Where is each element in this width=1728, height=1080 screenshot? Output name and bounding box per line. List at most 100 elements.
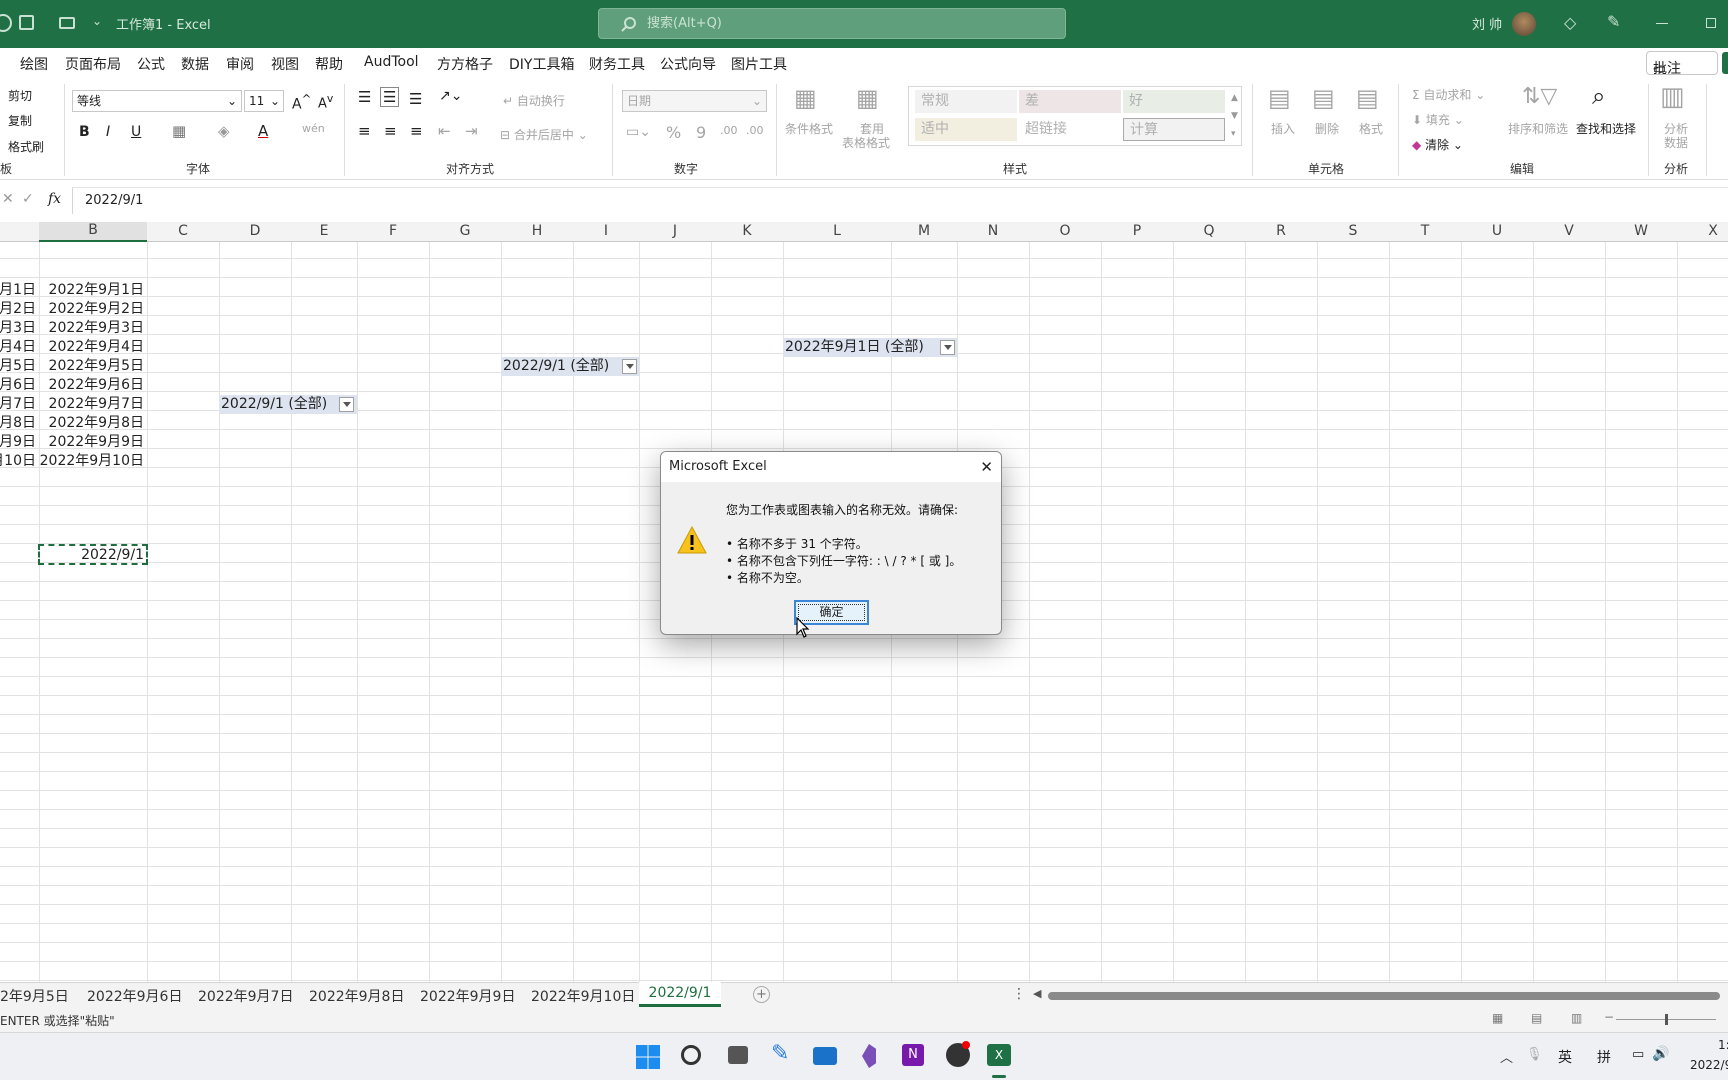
filter-dropdown-icon[interactable]: [339, 397, 354, 412]
cut-button[interactable]: 剪切: [8, 87, 32, 104]
wrap-text-button[interactable]: ↵ 自动换行: [503, 92, 565, 109]
underline-button[interactable]: U: [131, 124, 141, 140]
sheet-tab[interactable]: 2年9月5日: [0, 986, 69, 1006]
col-header-x[interactable]: X: [1677, 223, 1728, 239]
zoom-out-icon[interactable]: −: [1604, 1010, 1614, 1024]
minimize-icon[interactable]: [1656, 23, 1668, 24]
comma-icon[interactable]: 9: [696, 123, 706, 142]
col-header-u[interactable]: U: [1461, 223, 1533, 239]
cell-b10[interactable]: 2022年9月9日: [49, 433, 144, 452]
sheet-tab[interactable]: 2022年9月8日: [309, 986, 404, 1006]
align-bottom-icon[interactable]: ☰: [409, 90, 422, 108]
more-options-icon[interactable]: ⋮: [1012, 986, 1026, 1002]
onenote-icon[interactable]: N: [902, 1044, 924, 1066]
share-button[interactable]: [1722, 52, 1728, 74]
col-header-v[interactable]: V: [1533, 223, 1605, 239]
increase-decimal-icon[interactable]: .00: [720, 124, 738, 137]
col-header-l[interactable]: L: [783, 223, 891, 239]
cell-b11[interactable]: 2022年9月10日: [40, 452, 144, 471]
fill-button[interactable]: ⬇ 填充 ⌄: [1412, 111, 1464, 128]
analyze-data-icon[interactable]: ▥: [1660, 82, 1685, 112]
style-normal[interactable]: 常规: [915, 90, 1017, 113]
format-as-table-line2[interactable]: 表格格式: [842, 134, 890, 151]
align-middle-icon[interactable]: ☰: [380, 87, 400, 107]
tab-formulas[interactable]: 公式: [137, 54, 165, 74]
copy-button[interactable]: 复制: [8, 112, 32, 129]
conditional-format-icon[interactable]: ▦: [794, 84, 817, 112]
col-header-e[interactable]: E: [291, 223, 357, 239]
col-header-j[interactable]: J: [639, 223, 711, 239]
filter-dropdown-icon[interactable]: [940, 340, 955, 355]
pivot-filter-l[interactable]: 2022年9月1日 (全部): [783, 338, 957, 357]
borders-icon[interactable]: ▦: [172, 122, 186, 140]
clock-time[interactable]: 1:: [1718, 1038, 1728, 1052]
tab-review[interactable]: 审阅: [226, 54, 254, 74]
cell-a7[interactable]: 月6日: [0, 376, 36, 395]
sort-filter-button[interactable]: 排序和筛选: [1508, 120, 1568, 137]
network-icon[interactable]: ▭: [1632, 1047, 1644, 1062]
normal-view-icon[interactable]: ▦: [1492, 1011, 1503, 1025]
cell-b3[interactable]: 2022年9月2日: [49, 300, 144, 319]
cell-a2[interactable]: 月1日: [0, 281, 36, 300]
tray-chevron-icon[interactable]: ︿: [1500, 1047, 1513, 1066]
tab-picture-tools[interactable]: 图片工具: [731, 54, 787, 74]
cell-b7[interactable]: 2022年9月6日: [49, 376, 144, 395]
pivot-filter-d[interactable]: 2022/9/1 (全部): [219, 395, 357, 414]
tab-audtool[interactable]: AudTool: [364, 54, 419, 70]
clear-button[interactable]: ◆ 清除 ⌄: [1412, 136, 1463, 153]
sheet-tab[interactable]: 2022年9月6日: [87, 986, 182, 1006]
col-header-g[interactable]: G: [429, 223, 501, 239]
merge-center-button[interactable]: ⊟ 合并后居中 ⌄: [500, 126, 588, 143]
clock-date[interactable]: 2022/9/: [1690, 1058, 1728, 1072]
col-header-r[interactable]: R: [1245, 223, 1317, 239]
insert-button[interactable]: 插入: [1271, 120, 1295, 137]
font-color-icon[interactable]: A: [258, 122, 268, 140]
tab-draw[interactable]: 绘图: [20, 54, 48, 74]
windows-start-icon[interactable]: [636, 1045, 660, 1069]
font-size-select[interactable]: 11 ⌄: [244, 90, 284, 112]
style-hyperlink[interactable]: 超链接: [1019, 118, 1121, 141]
search-icon[interactable]: [681, 1045, 701, 1065]
ime-language[interactable]: 英: [1558, 1047, 1572, 1067]
accounting-icon[interactable]: ▭⌄: [626, 124, 651, 140]
cell-a8[interactable]: 月7日: [0, 395, 36, 414]
tab-view[interactable]: 视图: [271, 54, 299, 74]
formula-input[interactable]: 2022/9/1: [72, 187, 1728, 214]
cancel-icon[interactable]: ✕: [2, 191, 14, 207]
orientation-icon[interactable]: ↗⌄: [439, 88, 462, 104]
zoom-thumb[interactable]: [1665, 1014, 1668, 1025]
col-header-c[interactable]: C: [147, 223, 219, 239]
style-good[interactable]: 好: [1123, 90, 1225, 113]
style-bad[interactable]: 差: [1019, 90, 1121, 113]
mic-icon[interactable]: 🎙: [1526, 1047, 1543, 1062]
grow-font-icon[interactable]: A^: [292, 92, 311, 113]
active-cell[interactable]: 2022/9/1: [38, 544, 148, 565]
sort-filter-icon[interactable]: ⇅▽: [1522, 84, 1557, 109]
cell-b4[interactable]: 2022年9月3日: [49, 319, 144, 338]
filter-dropdown-icon[interactable]: [622, 359, 637, 374]
delete-icon[interactable]: ▤: [1312, 84, 1335, 112]
cell-a5[interactable]: 月4日: [0, 338, 36, 357]
visual-studio-icon[interactable]: [862, 1044, 876, 1068]
col-header-s[interactable]: S: [1317, 223, 1389, 239]
cell-b6[interactable]: 2022年9月5日: [49, 357, 144, 376]
col-header-p[interactable]: P: [1101, 223, 1173, 239]
camera-icon[interactable]: [59, 17, 75, 29]
col-header-w[interactable]: W: [1605, 223, 1677, 239]
cell-b8[interactable]: 2022年9月7日: [49, 395, 144, 414]
percent-icon[interactable]: %: [666, 123, 681, 142]
pen-icon[interactable]: ✎: [1607, 12, 1620, 31]
delete-button[interactable]: 删除: [1315, 120, 1339, 137]
col-header-k[interactable]: K: [711, 223, 783, 239]
italic-button[interactable]: I: [106, 124, 110, 140]
excel-taskbar-icon[interactable]: X: [987, 1044, 1011, 1066]
customize-toolbar-icon[interactable]: ⌄: [92, 14, 102, 28]
fill-color-icon[interactable]: ◈: [218, 122, 230, 140]
col-header-b[interactable]: B: [39, 222, 147, 242]
cell-a6[interactable]: 月5日: [0, 357, 36, 376]
sheet-tab[interactable]: 2022年9月10日: [531, 986, 635, 1006]
cell-b2[interactable]: 2022年9月1日: [49, 281, 144, 300]
pen-app-icon[interactable]: ✎: [771, 1041, 789, 1066]
align-top-icon[interactable]: ☰: [358, 88, 371, 106]
cell-a3[interactable]: 月2日: [0, 300, 36, 319]
